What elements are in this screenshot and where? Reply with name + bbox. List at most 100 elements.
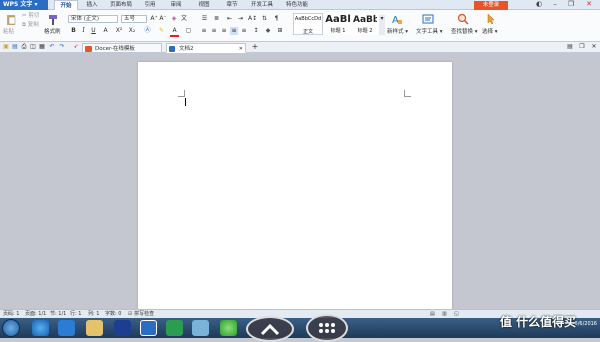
tab-list-icon[interactable]: ▤ [566, 43, 574, 51]
margin-corner-top-right [404, 90, 411, 97]
highlight-icon[interactable]: ✎ [157, 27, 166, 35]
find-replace-label[interactable]: 查找替换 ▾ [451, 29, 478, 36]
pinyin-icon[interactable]: 文 [180, 15, 188, 23]
subscript-button[interactable]: X₂ [127, 27, 137, 35]
start-button[interactable] [2, 319, 20, 337]
font-family-select[interactable]: 宋体 (正文) [68, 15, 118, 23]
skin-icon[interactable]: ◐ [532, 0, 546, 9]
select-cursor-icon[interactable] [485, 13, 497, 25]
media-player-icon[interactable] [58, 320, 75, 336]
font-size-select[interactable]: 五号 [121, 15, 147, 23]
scissors-icon: ✂ [22, 13, 27, 19]
format-painter-icon[interactable] [47, 14, 59, 25]
minimize-icon[interactable]: – [548, 0, 562, 9]
style-heading-1-preview: AaBl [325, 14, 351, 25]
style-normal-preview: AaBbCcDd [294, 16, 322, 22]
strikethrough-button[interactable]: A [102, 27, 109, 35]
close-doc-icon[interactable]: ✕ [590, 43, 598, 51]
bold-button[interactable]: B [70, 27, 77, 35]
tab-developer[interactable]: 开发工具 [246, 0, 278, 10]
clock[interactable]: 3/6/2016 [575, 320, 597, 328]
text-tools-icon[interactable] [422, 13, 434, 24]
paste-icon[interactable] [5, 14, 17, 25]
cut-button[interactable]: ✂ 剪切 [22, 13, 39, 20]
style-heading-2[interactable]: AaBb( 标题 2 [352, 13, 378, 35]
align-left-icon[interactable]: ≡ [200, 27, 208, 35]
photoshop-icon[interactable] [114, 320, 131, 336]
spell-check-icon: ☑ [128, 311, 133, 317]
tab-review[interactable]: 审阅 [164, 0, 188, 10]
align-center-icon[interactable]: ≡ [210, 27, 218, 35]
rocket-icon[interactable]: ➶ [72, 43, 80, 51]
tab-page-layout[interactable]: 页面布局 [106, 0, 136, 10]
app-icon[interactable] [192, 320, 209, 336]
clock-date: 3/6/2016 [574, 321, 597, 327]
align-right-icon[interactable]: ≡ [220, 27, 228, 35]
new-style-icon[interactable]: A [391, 13, 403, 26]
style-normal[interactable]: AaBbCcDd 正文 [293, 13, 323, 35]
distributed-icon[interactable]: ≡ [240, 27, 248, 35]
justify-icon[interactable]: ≡ [230, 27, 238, 35]
increase-indent-icon[interactable]: ⇥ [236, 15, 245, 23]
restore-doc-icon[interactable]: ❐ [578, 43, 586, 51]
shrink-font-icon[interactable]: A⁻ [159, 15, 167, 23]
copy-button[interactable]: ⧉ 复制 [22, 22, 39, 29]
tab-start[interactable]: 开始 [54, 0, 78, 10]
find-replace-icon[interactable] [457, 13, 469, 25]
explorer-icon[interactable] [86, 320, 103, 336]
styles-scroll-icon[interactable]: ▾ [379, 15, 385, 35]
wps-writer-icon[interactable] [140, 320, 157, 336]
add-tab-button[interactable]: + [250, 43, 260, 51]
chinese-layout-icon[interactable]: A↕ [248, 15, 257, 23]
decrease-indent-icon[interactable]: ⇤ [225, 15, 234, 23]
style-heading-1[interactable]: AaBl 标题 1 [324, 13, 352, 35]
style-heading-1-label: 标题 1 [330, 28, 346, 34]
ie-icon[interactable] [32, 320, 49, 336]
new-style-label[interactable]: 新样式 ▾ [387, 29, 408, 36]
save-icon[interactable]: ▤ [11, 43, 19, 51]
undo-icon[interactable]: ↶ [48, 43, 56, 51]
app-menu-button[interactable]: WPS 文字 ▾ [0, 0, 48, 10]
sort-icon[interactable]: ⇅ [260, 15, 269, 23]
tab-special[interactable]: 特色功能 [282, 0, 312, 10]
text-effect-icon[interactable]: Ⓐ [143, 27, 152, 35]
watermark: 值 什么值得买 [500, 315, 577, 329]
wps-sheets-icon[interactable] [166, 320, 183, 336]
doc-tab-document2[interactable]: 文档2 ✕ [166, 43, 246, 53]
superscript-button[interactable]: X² [114, 27, 124, 35]
doc-tab-docer-label: Docer-在线模板 [95, 46, 135, 52]
pdf-icon[interactable]: ▦ [38, 43, 46, 51]
style-normal-label: 正文 [302, 29, 313, 35]
grow-font-icon[interactable]: A⁺ [150, 15, 158, 23]
format-painter-label[interactable]: 格式刷 [44, 29, 61, 36]
document-page[interactable] [138, 62, 452, 310]
paste-label[interactable]: 粘贴 [3, 29, 14, 36]
open-icon[interactable]: ▣ [2, 43, 10, 51]
italic-button[interactable]: I [80, 27, 87, 35]
bullet-list-icon[interactable]: ☰ [200, 15, 209, 23]
print-icon[interactable]: ⎙ [20, 43, 28, 51]
line-spacing-icon[interactable]: ↕ [252, 27, 260, 35]
text-tools-label[interactable]: 文字工具 ▾ [416, 29, 443, 36]
doc-tab-docer[interactable]: Docer-在线模板 [82, 43, 162, 53]
up-arrow-overlay-button[interactable] [246, 316, 294, 342]
browser-icon[interactable] [220, 320, 237, 336]
tab-view[interactable]: 视图 [192, 0, 216, 10]
clear-format-icon[interactable]: ◈ [170, 15, 178, 23]
login-button[interactable]: 未登录 [474, 1, 508, 10]
shading-icon[interactable]: ◆ [264, 27, 272, 35]
underline-button[interactable]: U [90, 27, 97, 35]
tab-insert[interactable]: 插入 [82, 0, 102, 10]
tab-references[interactable]: 引用 [140, 0, 160, 10]
close-icon[interactable]: ✕ [582, 0, 596, 9]
preview-icon[interactable]: ◫ [29, 43, 37, 51]
redo-icon[interactable]: ↷ [58, 43, 66, 51]
restore-icon[interactable]: ❐ [564, 0, 578, 9]
font-color-icon[interactable]: A [170, 27, 179, 37]
show-marks-icon[interactable]: ¶ [272, 15, 281, 23]
borders-icon[interactable]: ⊞ [276, 27, 284, 35]
char-border-icon[interactable]: ▢ [184, 27, 193, 35]
numbered-list-icon[interactable]: ≣ [212, 15, 221, 23]
tab-chapter[interactable]: 章节 [220, 0, 244, 10]
select-label[interactable]: 选择 ▾ [482, 29, 498, 36]
